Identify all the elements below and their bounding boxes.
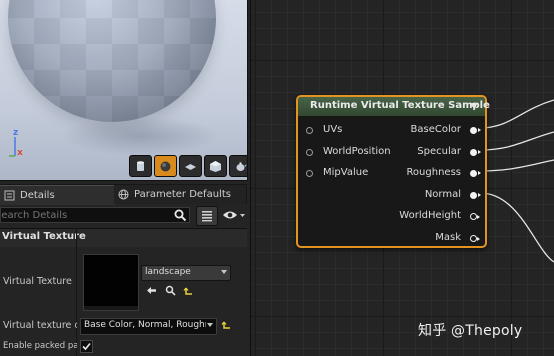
output-pin-specular[interactable]: Specular bbox=[357, 146, 481, 160]
pin-icon bbox=[470, 235, 480, 242]
virtual-texture-thumbnail[interactable] bbox=[83, 254, 139, 311]
pin-icon bbox=[306, 149, 313, 156]
property-rows: Virtual Texture landscape Virtual textur… bbox=[0, 247, 247, 356]
output-pin-label: BaseColor bbox=[410, 124, 461, 135]
preview-teapot-button[interactable] bbox=[229, 155, 247, 177]
pin-icon bbox=[306, 127, 313, 134]
globe-icon bbox=[118, 189, 129, 200]
node-title: Runtime Virtual Texture Sample bbox=[310, 100, 490, 111]
virtual-texture-asset-value: landscape bbox=[145, 267, 191, 277]
output-pin-label: Normal bbox=[424, 189, 461, 200]
preview-cylinder-button[interactable] bbox=[129, 155, 152, 177]
column-divider[interactable] bbox=[76, 247, 77, 356]
input-pin-label: UVs bbox=[323, 124, 343, 135]
node-header[interactable]: Runtime Virtual Texture Sample bbox=[298, 97, 490, 116]
output-pin-basecolor[interactable]: BaseColor bbox=[357, 124, 481, 138]
preview-cube-button[interactable] bbox=[204, 155, 227, 177]
output-pin-label: Roughness bbox=[406, 167, 461, 178]
preview-shape-toolbar bbox=[129, 155, 247, 177]
output-pin-label: Specular bbox=[417, 146, 461, 157]
enable-packed-checkbox[interactable] bbox=[80, 340, 93, 353]
output-pin-mask[interactable]: Mask bbox=[357, 232, 480, 246]
sphere-icon bbox=[160, 161, 171, 171]
browse-magnifier-icon[interactable] bbox=[165, 285, 176, 296]
grid-icon bbox=[202, 211, 212, 222]
tab-details-label: Details bbox=[20, 190, 55, 201]
eye-icon[interactable] bbox=[222, 208, 246, 222]
pin-icon bbox=[470, 192, 481, 199]
preview-sphere-button[interactable] bbox=[154, 155, 177, 177]
output-pin-label: Mask bbox=[435, 232, 461, 243]
tab-parameter-defaults[interactable]: Parameter Defaults bbox=[114, 185, 246, 204]
virtual-texture-content-label: Virtual texture co bbox=[3, 320, 77, 331]
x-axis-label: x bbox=[17, 148, 23, 158]
preview-ground-shadow bbox=[60, 116, 220, 156]
output-pin-label: WorldHeight bbox=[399, 210, 461, 221]
pin-icon bbox=[470, 149, 481, 156]
pin-icon bbox=[470, 127, 481, 134]
pin-icon bbox=[470, 213, 480, 220]
left-panel: z x Details Parameter Defaults Search De… bbox=[0, 0, 250, 356]
checkmark-icon bbox=[82, 342, 91, 351]
pin-icon bbox=[470, 170, 481, 177]
virtual-texture-content-value: Base Color, Normal, Roughne bbox=[84, 320, 206, 330]
tab-parameter-defaults-label: Parameter Defaults bbox=[134, 189, 231, 200]
virtual-texture-label: Virtual Texture bbox=[3, 276, 72, 287]
chevron-down-icon bbox=[207, 323, 213, 327]
output-pin-worldheight[interactable]: WorldHeight bbox=[357, 210, 480, 224]
collapse-arrow-icon[interactable] bbox=[470, 103, 478, 109]
search-input[interactable] bbox=[0, 207, 190, 223]
material-preview-viewport[interactable]: z x bbox=[0, 0, 248, 181]
virtual-texture-section-header[interactable]: Virtual Texture bbox=[0, 228, 247, 248]
details-tab-bar: Details Parameter Defaults bbox=[0, 184, 247, 205]
reset-to-default-icon[interactable] bbox=[221, 320, 232, 331]
preview-sphere bbox=[8, 0, 216, 122]
search-row bbox=[0, 206, 247, 226]
property-matrix-button[interactable] bbox=[196, 206, 218, 226]
z-axis-label: z bbox=[13, 128, 19, 138]
enable-packed-label: Enable packed pa bbox=[3, 341, 77, 351]
cube-icon bbox=[210, 160, 221, 172]
section-title: Virtual Texture bbox=[2, 231, 86, 242]
virtual-texture-asset-picker[interactable]: landscape bbox=[141, 265, 231, 281]
axis-gizmo: z x bbox=[6, 128, 36, 168]
cylinder-icon bbox=[137, 160, 144, 171]
output-pin-normal[interactable]: Normal bbox=[357, 189, 481, 203]
tab-details[interactable]: Details bbox=[0, 185, 116, 205]
use-selected-arrow-icon[interactable] bbox=[146, 285, 157, 296]
reset-to-default-icon[interactable] bbox=[183, 286, 194, 297]
watermark: 知乎 @Thepoly bbox=[418, 323, 523, 339]
chevron-down-icon bbox=[221, 270, 227, 274]
teapot-icon bbox=[236, 162, 247, 171]
column-divider[interactable] bbox=[76, 229, 77, 247]
runtime-virtual-texture-sample-node[interactable]: Runtime Virtual Texture Sample UVs World… bbox=[296, 95, 490, 248]
material-graph-canvas[interactable]: Runtime Virtual Texture Sample UVs World… bbox=[250, 0, 554, 356]
search-icon[interactable] bbox=[174, 209, 187, 222]
details-icon bbox=[4, 190, 15, 201]
output-pin-roughness[interactable]: Roughness bbox=[357, 167, 481, 181]
preview-plane-button[interactable] bbox=[179, 155, 202, 177]
plane-icon bbox=[185, 163, 196, 170]
virtual-texture-content-dropdown[interactable]: Base Color, Normal, Roughne bbox=[80, 318, 217, 335]
pin-icon bbox=[306, 170, 313, 177]
